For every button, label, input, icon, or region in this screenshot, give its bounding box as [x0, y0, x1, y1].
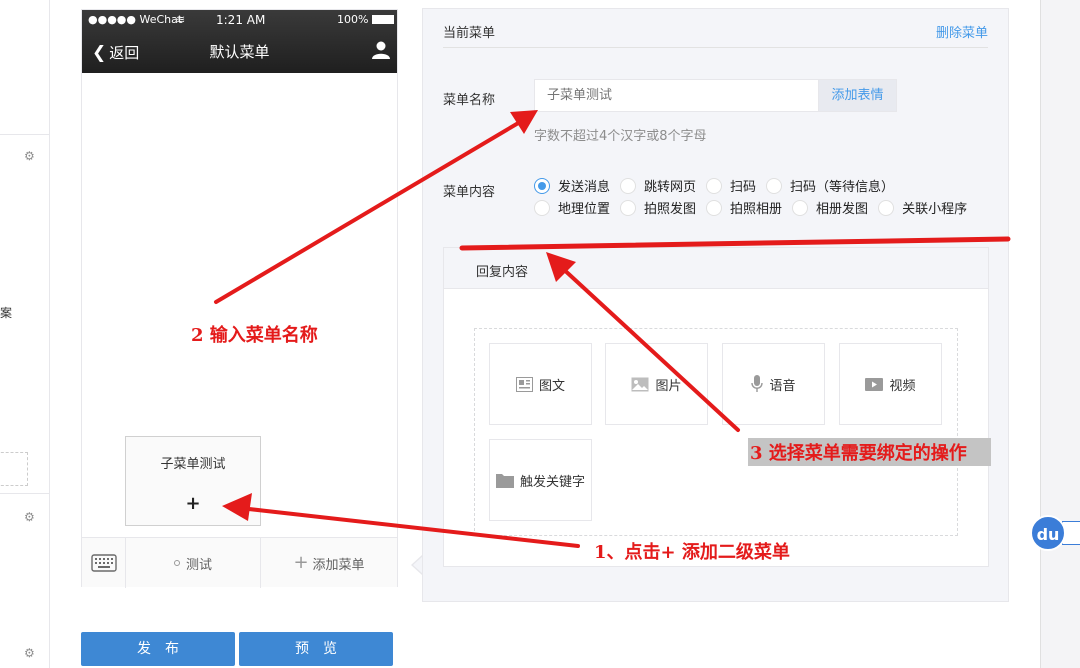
annotation-arrows	[214, 110, 1011, 548]
annotation-step3: 3 选择菜单需要绑定的操作	[748, 438, 991, 466]
annotation-step1: 1、点击+ 添加二级菜单	[594, 542, 790, 563]
annotation-step2: 2 输入菜单名称	[191, 325, 318, 346]
arrow-step1	[238, 506, 580, 548]
underline-content	[459, 236, 1011, 251]
arrow-step3	[558, 264, 740, 432]
arrow-step2	[214, 120, 522, 304]
arrowhead-step2	[510, 110, 538, 134]
arrowhead-step1	[222, 493, 252, 521]
